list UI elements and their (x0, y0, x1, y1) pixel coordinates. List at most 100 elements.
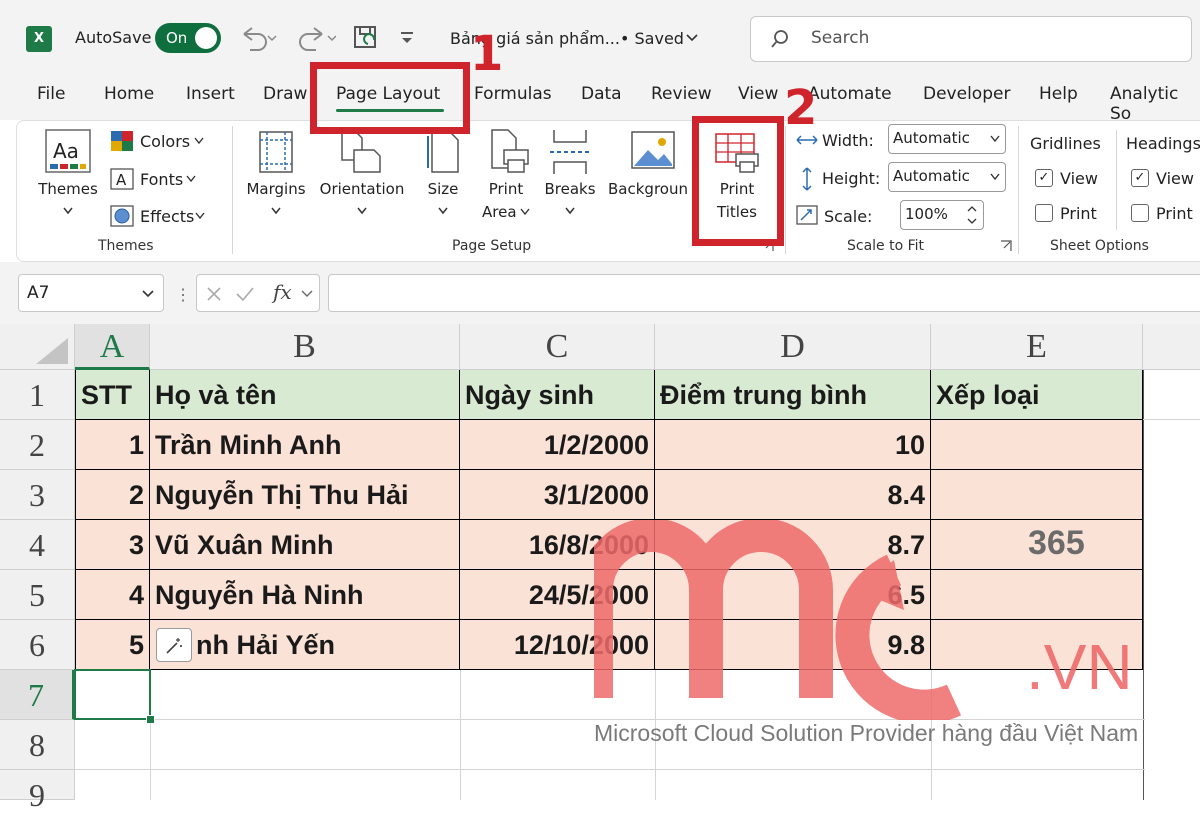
column-header-b[interactable]: B (150, 324, 460, 370)
table-cell[interactable]: 8.4 (655, 470, 931, 520)
saved-status[interactable]: • Saved (620, 29, 684, 48)
table-cell[interactable]: 4 (75, 570, 150, 620)
row-header-6[interactable]: 6 (0, 620, 75, 670)
search-box[interactable]: Search (750, 16, 1192, 62)
gridlines-view-label: View (1060, 169, 1098, 188)
themes-icon[interactable]: Aa (44, 128, 92, 176)
size-button-label[interactable]: Size (420, 180, 466, 198)
autosave-toggle[interactable]: On (155, 23, 221, 53)
fill-handle[interactable] (146, 715, 155, 724)
header-cell-rank[interactable]: Xếp loại (931, 370, 1143, 420)
tab-insert[interactable]: Insert (186, 84, 235, 104)
row-header-7[interactable]: 7 (0, 670, 75, 720)
header-cell-birthdate[interactable]: Ngày sinh (460, 370, 655, 420)
background-button-label[interactable]: Backgroun (608, 180, 688, 198)
table-cell[interactable]: Vũ Xuân Minh (150, 520, 460, 570)
width-select[interactable]: Automatic (888, 124, 1006, 154)
tab-formulas[interactable]: Formulas (474, 84, 552, 104)
insert-function-icon[interactable]: fx (273, 280, 292, 304)
select-all-corner[interactable] (0, 324, 75, 370)
tab-file[interactable]: File (37, 84, 65, 104)
margins-button-label[interactable]: Margins (244, 180, 308, 198)
tab-developer[interactable]: Developer (923, 84, 1010, 104)
flash-fill-options-button[interactable] (156, 628, 192, 662)
formula-input[interactable] (328, 274, 1200, 312)
watermark-tagline: Microsoft Cloud Solution Provider hàng đ… (594, 720, 1139, 746)
name-box[interactable]: A7 (18, 274, 164, 312)
background-icon[interactable] (630, 128, 676, 174)
print-area-icon[interactable] (486, 128, 532, 176)
chevron-down-icon[interactable] (685, 32, 699, 44)
tab-help[interactable]: Help (1039, 84, 1078, 104)
table-cell[interactable]: Trần Minh Anh (150, 420, 460, 470)
tab-data[interactable]: Data (581, 84, 622, 104)
fonts-icon[interactable]: A (110, 168, 134, 190)
breaks-button-label[interactable]: Breaks (540, 180, 600, 198)
save-icon[interactable] (352, 24, 380, 52)
cancel-icon[interactable] (205, 285, 223, 303)
column-header-a[interactable]: A (75, 324, 150, 370)
gridlines-print-label: Print (1060, 204, 1097, 223)
row-header-2[interactable]: 2 (0, 420, 75, 470)
tab-view[interactable]: View (738, 84, 778, 104)
header-cell-stt[interactable]: STT (75, 370, 150, 420)
column-header-c[interactable]: C (460, 324, 655, 370)
table-cell[interactable]: 5 (75, 620, 150, 670)
dialog-launcher-icon[interactable] (1000, 240, 1012, 252)
breaks-icon[interactable] (548, 128, 592, 176)
tab-home[interactable]: Home (104, 84, 154, 104)
gridlines-print-checkbox[interactable] (1035, 204, 1053, 222)
orientation-button-label[interactable]: Orientation (316, 180, 408, 198)
size-icon[interactable] (424, 130, 464, 174)
headings-print-checkbox[interactable] (1131, 204, 1149, 222)
tab-automate[interactable]: Automate (808, 84, 892, 104)
undo-icon[interactable] (238, 24, 278, 52)
table-cell[interactable]: nh Hải Yến (150, 620, 460, 670)
themes-button-label[interactable]: Themes (36, 180, 100, 198)
margins-icon[interactable] (256, 130, 296, 174)
row-header-8[interactable]: 8 (0, 720, 75, 770)
column-header-e[interactable]: E (931, 324, 1143, 370)
table-cell[interactable]: Nguyễn Thị Thu Hải (150, 470, 460, 520)
tab-review[interactable]: Review (651, 84, 712, 104)
tab-analytic-solver[interactable]: Analytic So (1110, 84, 1200, 124)
table-cell[interactable]: Nguyễn Hà Ninh (150, 570, 460, 620)
table-cell[interactable] (931, 420, 1143, 470)
row-header-4[interactable]: 4 (0, 520, 75, 570)
height-select[interactable]: Automatic (888, 162, 1006, 192)
row-header-9[interactable]: 9 (0, 770, 75, 813)
spinner-arrows-icon[interactable] (966, 203, 978, 227)
table-cell[interactable] (931, 470, 1143, 520)
fonts-button[interactable]: Fonts (140, 170, 183, 189)
header-cell-average[interactable]: Điểm trung bình (655, 370, 931, 420)
effects-button[interactable]: Effects (140, 207, 194, 226)
gridlines-view-checkbox[interactable]: ✓ (1035, 169, 1053, 187)
orientation-icon[interactable] (338, 128, 386, 176)
print-area-label-2[interactable]: Area (482, 203, 517, 221)
colors-icon[interactable] (110, 130, 134, 152)
row-header-5[interactable]: 5 (0, 570, 75, 620)
table-cell[interactable]: 3 (75, 520, 150, 570)
table-cell[interactable]: 2 (75, 470, 150, 520)
callout-box-print-titles (692, 116, 784, 246)
more-options-icon[interactable]: ⋮ (175, 285, 191, 305)
table-cell[interactable]: 10 (655, 420, 931, 470)
customize-toolbar-icon[interactable] (398, 30, 416, 46)
header-cell-name[interactable]: Họ và tên (150, 370, 460, 420)
group-separator (1018, 126, 1019, 254)
row-header-3[interactable]: 3 (0, 470, 75, 520)
effects-icon[interactable] (110, 205, 134, 227)
redo-icon[interactable] (296, 24, 336, 52)
column-header-d[interactable]: D (655, 324, 931, 370)
table-cell[interactable]: 1/2/2000 (460, 420, 655, 470)
column-header-f[interactable] (1143, 324, 1200, 370)
selected-cell-a7[interactable] (74, 669, 151, 720)
enter-check-icon[interactable] (235, 285, 255, 303)
row-header-1[interactable]: 1 (0, 370, 75, 420)
tab-draw[interactable]: Draw (263, 84, 307, 104)
headings-view-checkbox[interactable]: ✓ (1131, 169, 1149, 187)
print-area-label-1[interactable]: Print (478, 180, 534, 198)
table-cell[interactable]: 3/1/2000 (460, 470, 655, 520)
colors-button[interactable]: Colors (140, 132, 190, 151)
table-cell[interactable]: 1 (75, 420, 150, 470)
